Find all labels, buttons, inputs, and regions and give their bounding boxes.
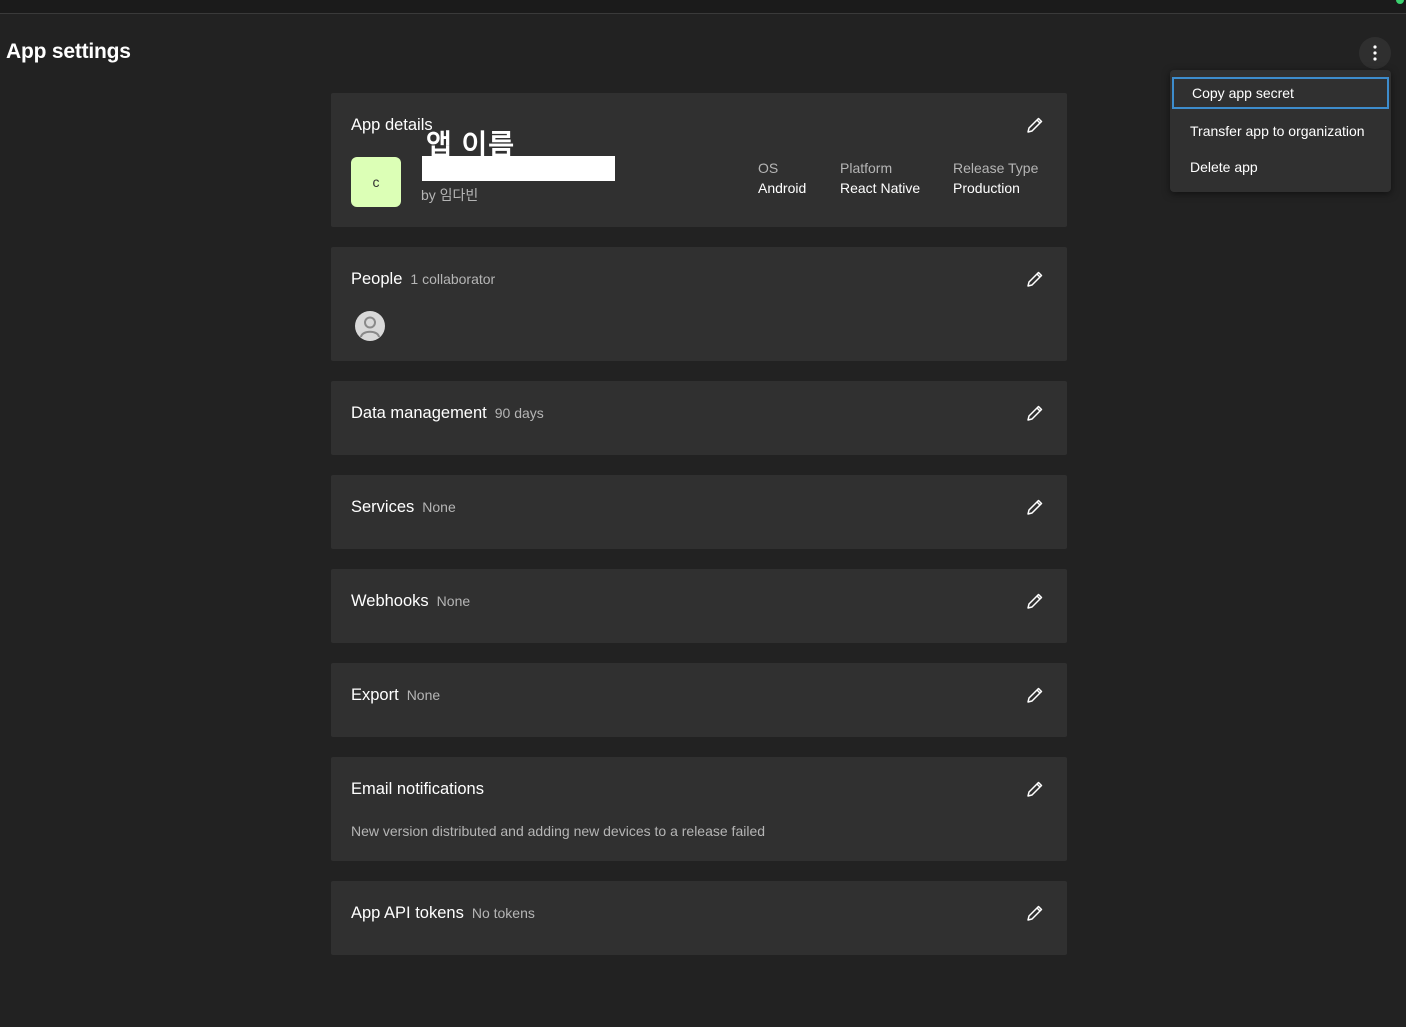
edit-api-tokens-button[interactable] xyxy=(1025,903,1045,923)
app-name-annotation: 앱 이름 xyxy=(426,129,516,160)
people-title: People xyxy=(351,270,403,288)
edit-app-details-button[interactable] xyxy=(1025,115,1045,135)
app-details-title: App details xyxy=(351,116,433,134)
pencil-icon xyxy=(1027,499,1043,515)
meta-release-type-value: Production xyxy=(953,180,1020,196)
edit-data-management-button[interactable] xyxy=(1025,403,1045,423)
email-notifications-title: Email notifications xyxy=(351,780,484,798)
services-status: None xyxy=(422,499,456,515)
page-title: App settings xyxy=(6,40,131,63)
top-bar xyxy=(0,0,1406,14)
api-tokens-status: No tokens xyxy=(471,905,535,921)
people-count: 1 collaborator xyxy=(410,271,496,287)
webhooks-card: Webhooks None xyxy=(331,569,1067,643)
people-card: People 1 collaborator xyxy=(331,247,1067,361)
edit-people-button[interactable] xyxy=(1025,269,1045,289)
menu-item-copy-app-secret[interactable]: Copy app secret xyxy=(1172,77,1389,109)
export-title-row: Export None xyxy=(351,686,440,705)
meta-platform-label: Platform xyxy=(840,160,893,176)
pencil-icon xyxy=(1027,687,1043,703)
pencil-icon xyxy=(1027,271,1043,287)
data-management-retention: 90 days xyxy=(494,405,544,421)
edit-webhooks-button[interactable] xyxy=(1025,591,1045,611)
edit-export-button[interactable] xyxy=(1025,685,1045,705)
app-avatar: c xyxy=(351,157,401,207)
pencil-icon xyxy=(1027,117,1043,133)
status-dot xyxy=(1396,0,1404,4)
menu-item-transfer-app[interactable]: Transfer app to organization xyxy=(1172,115,1389,147)
export-title: Export xyxy=(351,686,399,704)
meta-os-value: Android xyxy=(758,180,807,196)
app-owner: by 임다빈 xyxy=(421,187,479,203)
pencil-icon xyxy=(1027,593,1043,609)
pencil-icon xyxy=(1027,405,1043,421)
meta-platform: Platform React Native xyxy=(840,159,920,199)
services-title: Services xyxy=(351,498,415,516)
api-tokens-title-row: App API tokens No tokens xyxy=(351,904,535,923)
data-management-title: Data management xyxy=(351,404,487,422)
export-card: Export None xyxy=(331,663,1067,737)
more-vertical-icon xyxy=(1373,45,1377,61)
api-tokens-title: App API tokens xyxy=(351,904,464,922)
webhooks-title-row: Webhooks None xyxy=(351,592,470,611)
edit-email-notifications-button[interactable] xyxy=(1025,779,1045,799)
people-title-row: People 1 collaborator xyxy=(351,270,495,289)
meta-release-type: Release Type Production xyxy=(953,159,1038,199)
services-card: Services None xyxy=(331,475,1067,549)
user-silhouette-icon xyxy=(360,316,380,338)
data-management-card: Data management 90 days xyxy=(331,381,1067,455)
options-menu: Copy app secret Transfer app to organiza… xyxy=(1170,70,1391,192)
more-options-button[interactable] xyxy=(1359,37,1391,69)
meta-os-label: OS xyxy=(758,160,779,176)
edit-services-button[interactable] xyxy=(1025,497,1045,517)
meta-platform-value: React Native xyxy=(840,180,921,196)
menu-item-delete-app[interactable]: Delete app xyxy=(1172,151,1389,183)
email-notifications-description: New version distributed and adding new d… xyxy=(351,823,766,839)
api-tokens-card: App API tokens No tokens xyxy=(331,881,1067,955)
pencil-icon xyxy=(1027,905,1043,921)
collaborator-avatar[interactable] xyxy=(355,311,385,341)
email-notifications-card: Email notifications New version distribu… xyxy=(331,757,1067,861)
app-details-card: App details c 앱 이름 by 임다빈 OS Android Pla… xyxy=(331,93,1067,227)
webhooks-status: None xyxy=(436,593,471,609)
data-management-title-row: Data management 90 days xyxy=(351,404,544,423)
meta-os: OS Android xyxy=(758,159,806,199)
meta-release-type-label: Release Type xyxy=(953,160,1039,176)
pencil-icon xyxy=(1027,781,1043,797)
export-status: None xyxy=(406,687,441,703)
webhooks-title: Webhooks xyxy=(351,592,429,610)
services-title-row: Services None xyxy=(351,498,456,517)
